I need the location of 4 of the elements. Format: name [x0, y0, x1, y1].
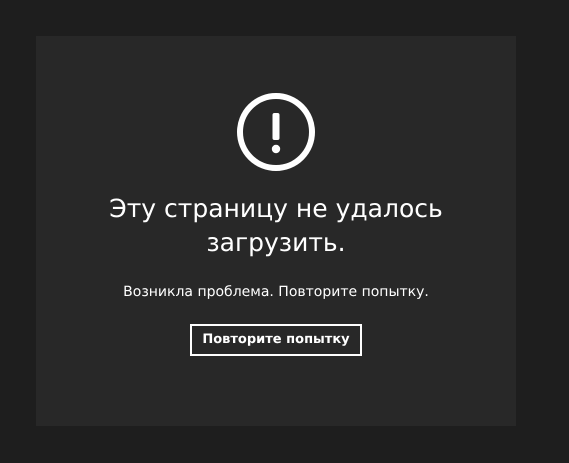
error-message: Возникла проблема. Повторите попытку. [123, 283, 429, 302]
retry-button[interactable]: Повторите попытку [190, 324, 362, 356]
error-title: Эту страницу не удалось загрузить. [108, 193, 444, 259]
exclamation-icon [236, 92, 316, 172]
